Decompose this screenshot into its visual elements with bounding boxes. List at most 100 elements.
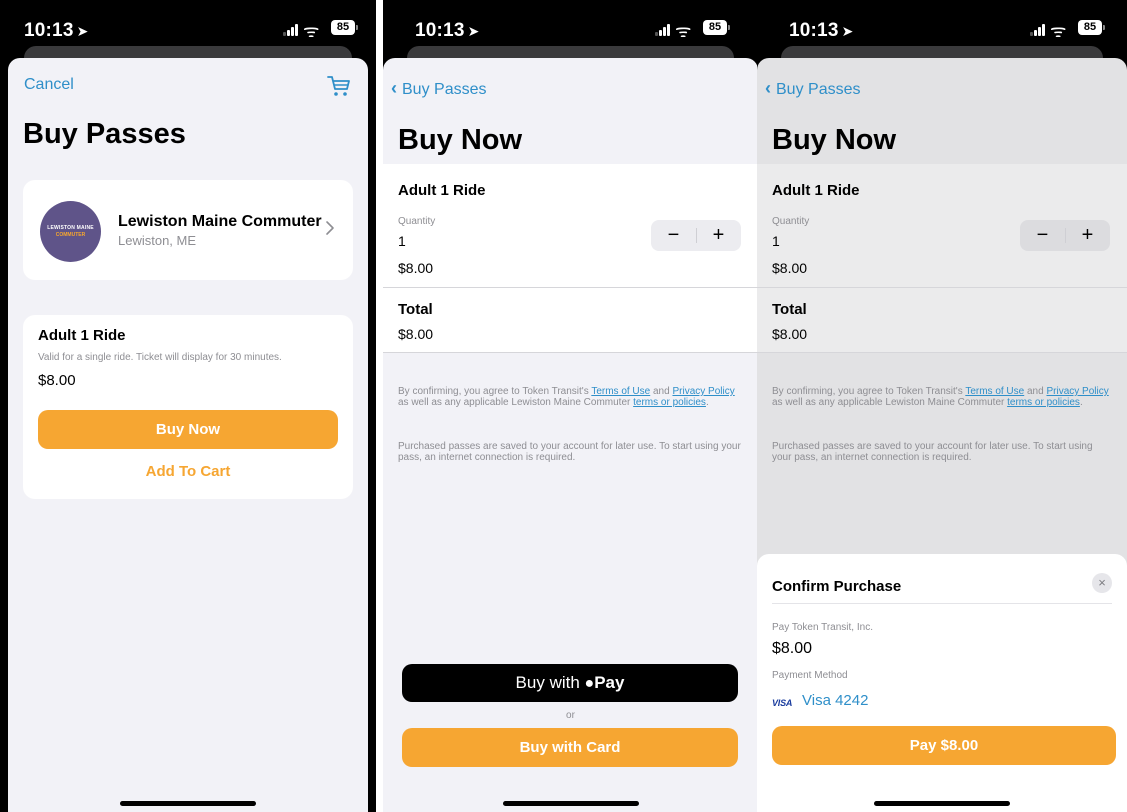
order-panel: Adult 1 Ride Quantity 1 − + $8.00 Total … [757, 164, 1127, 352]
divider [772, 603, 1112, 604]
divider [383, 287, 758, 288]
total-label: Total [772, 301, 807, 318]
pay-button[interactable]: Pay $8.00 [772, 726, 1116, 765]
chevron-left-icon: ‹ [391, 78, 402, 98]
signal-icon [283, 24, 299, 36]
agency-name: Lewiston Maine Commuter [118, 213, 322, 230]
back-label: Buy Passes [776, 81, 861, 98]
signal-icon [1030, 24, 1046, 36]
apple-pay-label: Buy with [515, 673, 580, 692]
quantity-value: 1 [398, 233, 406, 249]
location-arrow-icon: ➤ [841, 23, 854, 39]
terms-policies-link[interactable]: terms or policies [1007, 397, 1080, 408]
order-panel: Adult 1 Ride Quantity 1 − + $8.00 Total … [383, 164, 758, 352]
confirm-amount: $8.00 [772, 640, 813, 657]
location-arrow-icon: ➤ [467, 23, 480, 39]
page-title: Buy Passes [23, 118, 186, 150]
cancel-button[interactable]: Cancel [24, 76, 74, 94]
terms-text-part: and [650, 386, 673, 397]
payment-method-label: Payment Method [772, 670, 848, 681]
apple-logo-icon: ● [584, 675, 595, 692]
screen-buy-passes: 10:13 ➤ ᯤ 85 Cancel Buy Passes LEWISTON M… [0, 0, 376, 812]
total-value: $8.00 [772, 326, 808, 342]
screen-confirm-purchase: 10:13 ➤ ᯤ 85 ‹ Buy Passes Buy Now Adult 1… [757, 0, 1127, 812]
item-price: $8.00 [772, 260, 808, 276]
signal-icon [655, 24, 671, 36]
terms-text-part: . [705, 397, 709, 408]
terms-text-part: as well as any applicable Lewiston Maine… [772, 397, 1008, 408]
status-bar: 10:13 ➤ ᯤ 85 [757, 0, 1127, 52]
screen-buy-now: 10:13 ➤ ᯤ 85 ‹ Buy Passes Buy Now Adult 1… [383, 0, 758, 812]
saved-passes-note: Purchased passes are saved to your accou… [772, 441, 1093, 463]
status-time: 10:13 ➤ [415, 20, 480, 41]
wifi-icon: ᯤ [675, 21, 692, 41]
confirm-purchase-sheet: Confirm Purchase × Pay Token Transit, In… [757, 554, 1127, 812]
terms-text-part: By confirming, you agree to Token Transi… [772, 386, 966, 397]
status-bar: 10:13 ➤ ᯤ 85 [0, 0, 376, 52]
logo-line2: COMMUTER [55, 232, 86, 238]
increment-button[interactable]: + [696, 222, 741, 248]
terms-of-use-link[interactable]: Terms of Use [591, 386, 650, 397]
payment-method-value[interactable]: Visa 4242 [802, 692, 868, 709]
pay-to-label: Pay Token Transit, Inc. [772, 622, 873, 633]
buy-now-button[interactable]: Buy Now [38, 410, 338, 449]
back-button[interactable]: ‹ Buy Passes [765, 78, 860, 99]
privacy-policy-link[interactable]: Privacy Policy [1046, 386, 1108, 397]
terms-text-part: and [1024, 386, 1047, 397]
home-indicator [120, 801, 256, 806]
decrement-button[interactable]: − [1020, 222, 1065, 248]
battery-icon: 85 [331, 20, 358, 35]
quantity-stepper[interactable]: − + [651, 220, 741, 251]
cart-icon[interactable] [326, 74, 352, 98]
pass-name: Adult 1 Ride [38, 327, 126, 344]
back-button[interactable]: ‹ Buy Passes [391, 78, 486, 99]
status-time: 10:13 ➤ [24, 20, 89, 41]
buy-now-sheet-dimmed: ‹ Buy Passes Buy Now Adult 1 Ride Quanti… [757, 58, 1127, 812]
item-name: Adult 1 Ride [772, 182, 860, 199]
wifi-icon: ᯤ [1050, 21, 1067, 41]
apple-pay-button[interactable]: Buy with ●Pay [402, 664, 738, 702]
home-indicator [502, 801, 639, 806]
add-to-cart-button[interactable]: Add To Cart [38, 463, 338, 480]
agency-location: Lewiston, ME [118, 233, 197, 248]
status-bar: 10:13 ➤ ᯤ 85 [383, 0, 758, 52]
or-separator: or [566, 710, 575, 721]
quantity-label: Quantity [398, 216, 436, 227]
terms-text-part: . [1079, 397, 1083, 408]
quantity-value: 1 [772, 233, 780, 249]
item-price: $8.00 [398, 260, 434, 276]
decrement-button[interactable]: − [651, 222, 696, 248]
apple-pay-brand: Pay [594, 673, 625, 692]
logo-line1: LEWISTON MAINE [47, 225, 94, 231]
wifi-icon: ᯤ [303, 21, 320, 41]
quantity-stepper[interactable]: − + [1020, 220, 1110, 251]
buy-now-sheet: ‹ Buy Passes Buy Now Adult 1 Ride Quanti… [383, 58, 758, 812]
back-label: Buy Passes [402, 81, 487, 98]
divider [383, 352, 758, 353]
status-time: 10:13 ➤ [789, 20, 854, 41]
saved-passes-note: Purchased passes are saved to your accou… [398, 441, 741, 463]
buy-with-card-button[interactable]: Buy with Card [402, 728, 738, 767]
buy-passes-sheet: Cancel Buy Passes LEWISTON MAINE COMMUTE… [8, 58, 368, 812]
location-arrow-icon: ➤ [76, 23, 89, 39]
pass-price: $8.00 [38, 372, 76, 389]
terms-policies-link[interactable]: terms or policies [633, 397, 706, 408]
privacy-policy-link[interactable]: Privacy Policy [672, 386, 734, 397]
agency-card[interactable]: LEWISTON MAINE COMMUTER Lewiston Maine C… [23, 180, 353, 280]
divider [757, 352, 1127, 353]
terms-text: By confirming, you agree to Token Transi… [772, 386, 1110, 408]
page-title: Buy Now [772, 124, 897, 156]
confirm-title: Confirm Purchase [772, 578, 902, 595]
increment-button[interactable]: + [1065, 222, 1110, 248]
quantity-label: Quantity [772, 216, 810, 227]
item-name: Adult 1 Ride [398, 182, 486, 199]
total-value: $8.00 [398, 326, 434, 342]
close-icon[interactable]: × [1092, 573, 1112, 593]
total-label: Total [398, 301, 433, 318]
battery-icon: 85 [703, 20, 730, 35]
visa-logo-icon: VISA [772, 698, 793, 708]
chevron-right-icon [326, 221, 334, 235]
terms-of-use-link[interactable]: Terms of Use [965, 386, 1024, 397]
terms-text: By confirming, you agree to Token Transi… [398, 386, 741, 408]
pass-description: Valid for a single ride. Ticket will dis… [38, 352, 282, 363]
